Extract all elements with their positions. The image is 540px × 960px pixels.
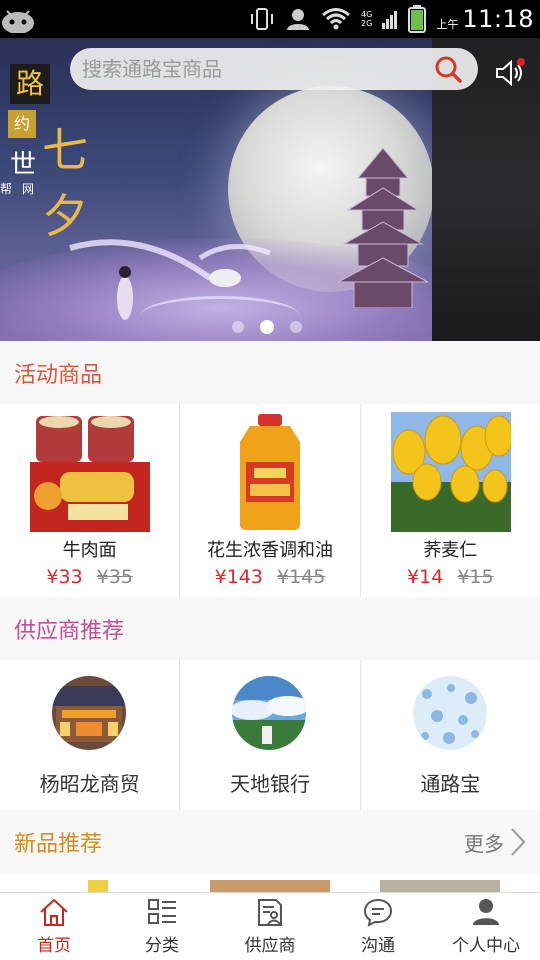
chevron-right-icon xyxy=(511,828,526,856)
logo-char-1: 路 xyxy=(10,64,50,104)
battery-icon xyxy=(408,5,427,33)
logo-char-3: 世 xyxy=(10,150,37,180)
product-original-price: ¥145 xyxy=(276,566,326,588)
home-icon xyxy=(40,898,68,926)
pagoda-graphic xyxy=(338,148,428,308)
network-4g: 4G xyxy=(361,10,373,19)
new-products-strip xyxy=(0,874,540,892)
product-name: 花生浓香调和油 xyxy=(206,540,333,561)
supplier-icon xyxy=(258,899,282,926)
activity-products: 牛肉面 ¥33 ¥35 花生浓香调和油 ¥143 ¥145 荞麦仁 ¥14 ¥1… xyxy=(0,404,540,597)
product-name: 荞麦仁 xyxy=(423,540,478,561)
carousel-dot[interactable] xyxy=(232,321,244,333)
search-icon[interactable] xyxy=(434,55,462,83)
chat-icon xyxy=(363,898,393,927)
logo-qixi: 七夕 xyxy=(42,123,88,243)
product-image-tulips xyxy=(390,412,511,532)
product-price: ¥143 xyxy=(214,566,263,588)
activity-section-title: 活动商品 xyxy=(14,363,103,388)
product-card[interactable]: 荞麦仁 ¥14 ¥15 xyxy=(361,404,540,597)
tab-home[interactable]: 首页 xyxy=(0,893,108,960)
network-2g: 2G xyxy=(361,19,373,28)
tab-label: 分类 xyxy=(145,936,179,956)
new-product-peek[interactable] xyxy=(210,880,330,892)
category-icon xyxy=(148,899,176,924)
user-icon xyxy=(473,899,499,925)
carousel-dot[interactable] xyxy=(290,321,302,333)
supplier-avatar-landscape xyxy=(232,676,307,750)
contacts-icon xyxy=(287,9,310,30)
product-price: ¥14 xyxy=(407,566,444,588)
supplier-name: 杨昭龙商贸 xyxy=(39,772,140,796)
notification-speaker-icon[interactable] xyxy=(494,58,526,88)
supplier-card[interactable]: 通路宝 xyxy=(361,660,540,810)
tab-profile[interactable]: 个人中心 xyxy=(432,893,540,960)
supplier-name: 通路宝 xyxy=(420,772,481,796)
product-prices: ¥14 ¥15 xyxy=(361,566,540,588)
new-products-title: 新品推荐 xyxy=(14,832,103,857)
product-price: ¥33 xyxy=(46,566,83,588)
product-name: 牛肉面 xyxy=(62,540,117,561)
supplier-section-title: 供应商推荐 xyxy=(14,618,125,644)
product-original-price: ¥15 xyxy=(457,566,494,588)
new-product-peek[interactable] xyxy=(88,880,108,892)
promo-banner[interactable]: 路 约 世 七夕 帮 网 xyxy=(0,38,540,341)
supplier-card[interactable]: 天地银行 xyxy=(180,660,361,810)
supplier-card[interactable]: 杨昭龙商贸 xyxy=(0,660,181,810)
product-image-noodles xyxy=(30,416,150,532)
logo-char-5: 帮 xyxy=(0,182,13,196)
tab-label: 首页 xyxy=(37,936,71,956)
supplier-avatar-mall xyxy=(52,676,126,750)
tab-supplier[interactable]: 供应商 xyxy=(216,893,324,960)
recommended-suppliers: 杨昭龙商贸 天地银行 通路宝 xyxy=(0,660,540,810)
product-card[interactable]: 花生浓香调和油 ¥143 ¥145 xyxy=(180,404,361,597)
product-image-oil xyxy=(240,414,301,530)
ampm-label: 上午 xyxy=(436,18,459,31)
product-prices: ¥33 ¥35 xyxy=(0,566,179,588)
vibrate-icon xyxy=(251,8,274,30)
activity-section-header: 活动商品 xyxy=(0,341,540,405)
wifi-icon xyxy=(322,8,350,30)
carousel-indicator xyxy=(232,320,302,334)
tab-category[interactable]: 分类 xyxy=(108,893,216,960)
clock: 11:18 xyxy=(462,5,534,33)
tab-label: 个人中心 xyxy=(452,936,520,956)
search-input[interactable] xyxy=(82,57,422,81)
status-bar: 4G 2G 上午 11:18 xyxy=(0,0,540,38)
signal-icon xyxy=(382,11,398,29)
more-label: 更多 xyxy=(464,831,504,856)
supplier-section-header: 供应商推荐 xyxy=(0,597,540,660)
product-prices: ¥143 ¥145 xyxy=(180,566,359,588)
tab-label: 沟通 xyxy=(361,936,395,956)
logo-char-6: 网 xyxy=(22,182,35,196)
tab-chat[interactable]: 沟通 xyxy=(324,893,432,960)
new-product-peek[interactable] xyxy=(380,880,500,892)
search-bar[interactable] xyxy=(70,48,478,90)
network-indicator: 4G 2G xyxy=(361,10,372,28)
tab-label: 供应商 xyxy=(244,936,296,956)
product-card[interactable]: 牛肉面 ¥33 ¥35 xyxy=(0,404,181,597)
carousel-dot-active[interactable] xyxy=(260,320,274,334)
logo-char-2: 约 xyxy=(8,110,36,138)
supplier-avatar-pattern xyxy=(412,676,487,750)
bottom-tab-bar: 首页 分类 供应商 沟通 个人中心 xyxy=(0,892,540,960)
product-original-price: ¥35 xyxy=(96,566,133,588)
android-icon xyxy=(2,10,34,33)
supplier-name: 天地银行 xyxy=(229,772,310,796)
more-link[interactable]: 更多 xyxy=(464,810,526,874)
new-products-header: 新品推荐 更多 xyxy=(0,810,540,874)
